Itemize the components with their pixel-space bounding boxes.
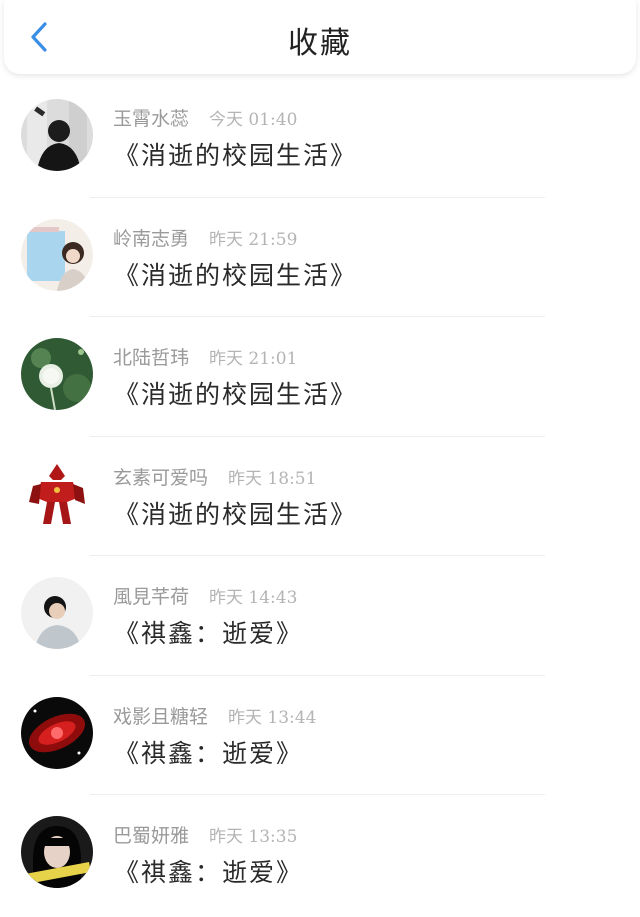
list-item[interactable]: 北陆哲玮 昨天 21:01 《消逝的校园生活》 [0,317,640,437]
item-meta: 風見芊荷 昨天 14:43 [113,582,297,609]
list-item[interactable]: 岭南志勇 昨天 21:59 《消逝的校园生活》 [0,198,640,317]
item-meta: 戏影且糖轻 昨天 13:44 [113,702,316,729]
avatar-girl-caption-icon [21,816,93,888]
avatar-dandelion-icon [21,338,93,410]
timestamp: 昨天 14:43 [209,588,298,608]
avatar[interactable] [21,696,93,769]
favorite-title: 《祺鑫：逝爱》 [114,738,304,768]
user-name[interactable]: 巴蜀妍雅 [113,825,189,847]
favorite-title: 《消逝的校园生活》 [114,260,358,290]
avatar-red-galaxy-icon [21,696,93,769]
user-name[interactable]: 岭南志勇 [113,228,189,250]
list-item[interactable]: 風見芊荷 昨天 14:43 《祺鑫：逝爱》 [0,556,640,676]
favorite-title: 《消逝的校园生活》 [114,499,358,529]
timestamp: 昨天 13:35 [209,827,298,847]
avatar[interactable] [21,816,93,888]
timestamp: 昨天 13:44 [228,707,317,728]
list-item[interactable]: 玄素可爱吗 昨天 18:51 《消逝的校园生活》 [0,437,640,556]
timestamp: 昨天 21:01 [209,349,298,369]
list-item[interactable]: 巴蜀妍雅 昨天 13:35 《祺鑫：逝爱》 [0,795,640,915]
user-name[interactable]: 戏影且糖轻 [113,706,208,728]
item-meta: 北陆哲玮 昨天 21:01 [113,343,297,370]
favorites-list: 玉霄水蕊今天 01:40 《消逝的校园生活》 岭南志勇昨天 21:59 《消 [0,78,640,915]
user-name[interactable]: 風見芊荷 [113,586,189,608]
avatar[interactable] [21,338,93,410]
timestamp: 今天 01:40 [209,110,298,130]
user-name[interactable]: 玄素可爱吗 [113,467,208,489]
avatar-girl-mirror-icon [21,99,93,171]
item-meta: 玄素可爱吗 昨天 18:51 [113,463,316,490]
avatar-girl-blue-icon [21,218,93,291]
item-meta: 巴蜀妍雅 昨天 13:35 [113,821,297,848]
list-item[interactable]: 玉霄水蕊 今天 01:40 《消逝的校园生活》 [0,78,640,198]
user-name[interactable]: 北陆哲玮 [113,347,189,369]
header-bar: 收藏 [4,0,636,74]
avatar[interactable] [21,218,93,291]
avatar[interactable] [21,457,93,530]
timestamp: 昨天 18:51 [228,468,317,489]
page-title: 收藏 [288,26,352,61]
favorite-title: 《消逝的校园生活》 [114,141,358,170]
item-meta: 玉霄水蕊 今天 01:40 [113,104,297,131]
avatar[interactable] [21,577,93,649]
item-meta: 岭南志勇 昨天 21:59 [113,224,297,251]
user-name[interactable]: 玉霄水蕊 [113,108,189,130]
favorite-title: 《祺鑫：逝爱》 [114,619,304,648]
avatar[interactable] [21,99,93,171]
favorite-title: 《祺鑫：逝爱》 [114,858,304,887]
favorites-page: 收藏 玉霄水蕊 今天 01:40 《消逝的校园生活》 岭南志勇 昨天 21:59… [0,0,640,917]
timestamp: 昨天 21:59 [209,229,298,250]
list-item[interactable]: 戏影且糖轻 昨天 13:44 《祺鑫：逝爱》 [0,676,640,795]
avatar-boy-icon [21,577,93,649]
avatar-red-robot-icon [21,457,93,530]
favorite-title: 《消逝的校园生活》 [114,380,358,409]
